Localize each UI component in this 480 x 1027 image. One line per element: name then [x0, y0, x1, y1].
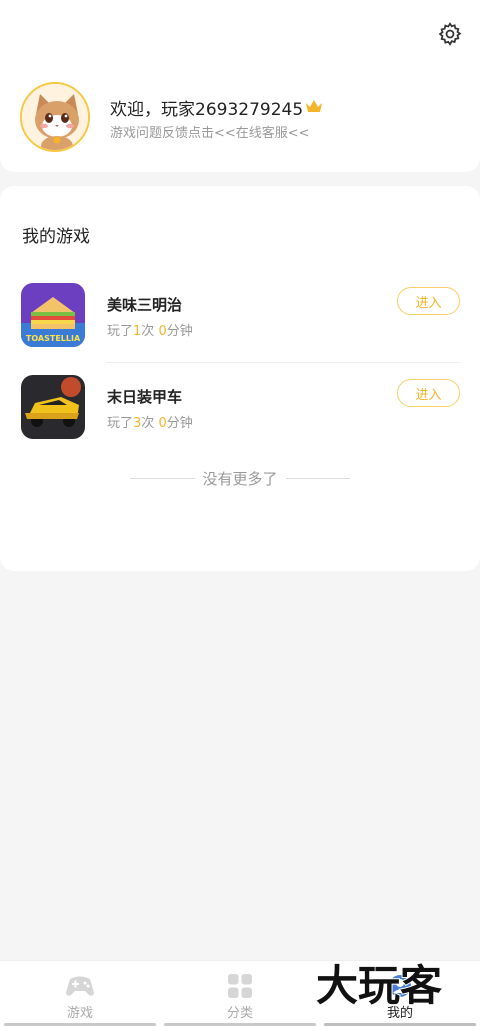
divider	[106, 362, 460, 363]
profile-icon	[389, 975, 411, 997]
game-name: 末日装甲车	[107, 388, 183, 406]
tab-underline	[4, 1023, 156, 1026]
settings-button[interactable]	[436, 20, 464, 48]
armored-car-game-icon[interactable]	[21, 375, 85, 439]
bottom-tab-bar: 游戏 分类 我的	[0, 960, 480, 1027]
game-stats: 玩了3次 0分钟	[107, 416, 193, 431]
cat-avatar-icon	[22, 84, 88, 150]
enter-button[interactable]: 进入	[397, 379, 460, 407]
tab-categories[interactable]: 分类	[160, 961, 320, 1027]
tab-games[interactable]: 游戏	[0, 961, 160, 1027]
tab-label: 游戏	[66, 1006, 93, 1021]
no-more-text: 没有更多了	[202, 469, 278, 488]
tab-label: 分类	[226, 1006, 253, 1021]
gamepad-icon	[66, 976, 94, 996]
gear-icon	[438, 22, 462, 46]
tab-mine[interactable]: 我的	[320, 961, 480, 1027]
game-stats: 玩了1次 0分钟	[107, 324, 193, 339]
grid-icon	[228, 974, 252, 998]
tab-label: 我的	[386, 1006, 413, 1021]
tab-underline	[164, 1023, 316, 1026]
no-more-indicator: 没有更多了	[130, 468, 351, 488]
crown-icon	[305, 98, 323, 118]
section-title: 我的游戏	[22, 227, 90, 247]
avatar[interactable]	[20, 82, 90, 152]
welcome-label: 欢迎，玩家2693279245	[110, 100, 304, 120]
sandwich-game-icon[interactable]: TOASTELLIA	[21, 283, 85, 347]
game-name: 美味三明治	[107, 296, 183, 314]
game-row[interactable]: 末日装甲车 玩了3次 0分钟 进入	[0, 364, 480, 456]
feedback-link[interactable]: 游戏问题反馈点击<<在线客服<<	[110, 122, 310, 141]
game-row[interactable]: TOASTELLIA 美味三明治 玩了1次 0分钟 进入	[0, 272, 480, 364]
divider-line	[285, 477, 351, 479]
welcome-text: 欢迎，玩家2693279245	[110, 95, 323, 120]
tab-underline	[324, 1023, 476, 1026]
my-games-card: 我的游戏 TOASTELLIA 美味三明治 玩了1次 0分钟 进入 末日装甲车 …	[0, 186, 480, 571]
profile-header: 欢迎，玩家2693279245 游戏问题反馈点击<<在线客服<<	[0, 0, 480, 172]
toastellia-logo: TOASTELLIA	[26, 334, 81, 343]
divider-line	[130, 477, 195, 479]
enter-button[interactable]: 进入	[397, 287, 460, 315]
